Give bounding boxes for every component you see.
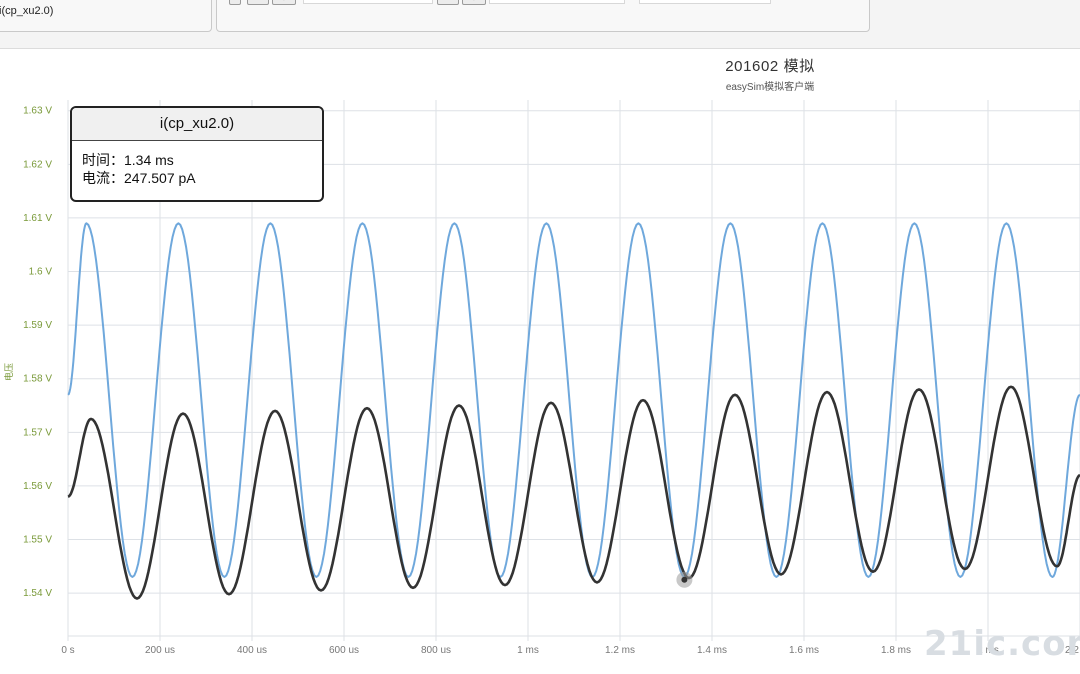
toolbar: i(cp_xu2.0) A ⊗ B ⊗	[0, 0, 1080, 49]
tooltip-time-row: 时间：1.34 ms	[82, 150, 174, 170]
y-tick-label: 1.63 V	[23, 106, 52, 117]
cursor-b-value-field[interactable]	[489, 0, 625, 4]
x-tick-label: 1.4 ms	[697, 645, 727, 656]
y-tick-label: 1.54 V	[23, 588, 52, 599]
cursor-a-button[interactable]: A	[247, 0, 269, 5]
y-tick-label: 1.58 V	[23, 374, 52, 385]
y-tick-label: 1.6 V	[29, 267, 53, 278]
x-tick-label: 1.6 ms	[789, 645, 819, 656]
x-tick-label: 1.2 ms	[605, 645, 635, 656]
y-tick-label: 1.56 V	[23, 481, 52, 492]
y-axis-label: 电压	[3, 363, 14, 381]
x-tick-label: 1 ms	[517, 645, 539, 656]
y-tick-label: 1.55 V	[23, 535, 52, 546]
tooltip-current-label: 电流：	[82, 170, 124, 186]
y-tick-label: 1.59 V	[23, 320, 52, 331]
y-tick-label: 1.62 V	[23, 159, 52, 170]
highlight-point	[681, 576, 688, 583]
tooltip: i(cp_xu2.0) 时间：1.34 ms 电流：247.507 pA	[70, 106, 324, 202]
delta-value-field[interactable]	[639, 0, 771, 4]
highlight-layer	[676, 571, 693, 588]
y-tick-label: 1.61 V	[23, 213, 52, 224]
cursor-a-clear-icon[interactable]: ⊗	[272, 0, 296, 5]
cursor-b-button[interactable]: B	[437, 0, 459, 5]
chart-subtitle: easySim模拟客户端	[726, 80, 814, 93]
x-tick-label: 400 us	[237, 645, 267, 656]
tooltip-current-row: 电流：247.507 pA	[82, 168, 196, 188]
series-1-line	[67, 222, 1080, 578]
tooltip-time-value: 1.34 ms	[124, 152, 174, 168]
series-layer	[67, 222, 1080, 600]
cursor-a-value-field[interactable]	[303, 0, 433, 4]
y-tick-label: 1.57 V	[23, 427, 52, 438]
trace-list-panel: i(cp_xu2.0)	[0, 0, 212, 32]
x-tick-label: 600 us	[329, 645, 359, 656]
tooltip-current-value: 247.507 pA	[124, 170, 196, 186]
x-tick-label: 0 s	[61, 645, 74, 656]
cursor-dropdown-button[interactable]	[229, 0, 241, 5]
trace-label[interactable]: i(cp_xu2.0)	[0, 5, 53, 17]
chart-title: 201602 模拟	[725, 58, 815, 75]
tooltip-title: i(cp_xu2.0)	[72, 108, 322, 141]
watermark-logo: 21ic.com	[924, 624, 1080, 664]
cursor-panel: A ⊗ B ⊗	[216, 0, 870, 32]
x-tick-label: 1.8 ms	[881, 645, 911, 656]
x-tick-label: 200 us	[145, 645, 175, 656]
x-tick-label: 800 us	[421, 645, 451, 656]
tooltip-time-label: 时间：	[82, 152, 124, 168]
y-tick-labels: 1.54 V 1.55 V 1.56 V 1.57 V 1.58 V 1.59 V 1.6 …	[23, 106, 52, 599]
cursor-b-clear-icon[interactable]: ⊗	[462, 0, 486, 5]
